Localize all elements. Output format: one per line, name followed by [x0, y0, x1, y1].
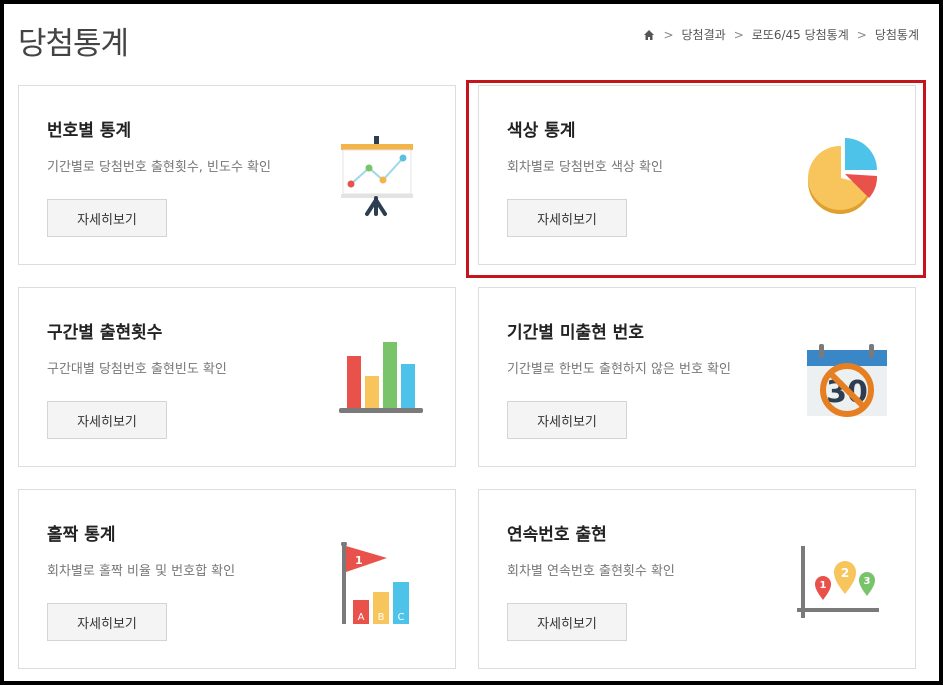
page-title: 당첨통계: [18, 26, 129, 62]
card-range-frequency: 구간별 출현횟수 구간대별 당첨번호 출현빈도 확인 자세히보기: [18, 287, 456, 467]
detail-button[interactable]: 자세히보기: [47, 199, 167, 237]
pin-number-1: 1: [820, 580, 827, 591]
breadcrumb-item-current: 당첨통계: [874, 28, 919, 42]
detail-button[interactable]: 자세히보기: [507, 603, 627, 641]
presentation-chart-icon: [341, 136, 413, 216]
card-title: 연속번호 출현: [507, 525, 607, 545]
card-odd-even: 홀짝 통계 회차별로 홀짝 비율 및 번호합 확인 자세히보기 1 A B C: [18, 489, 456, 669]
bar-label-a: A: [358, 612, 365, 623]
bar-label-c: C: [398, 612, 405, 623]
card-title: 번호별 통계: [47, 121, 132, 141]
breadcrumb-separator: >: [856, 27, 867, 42]
card-desc: 기간별로 한번도 출현하지 않은 번호 확인: [507, 362, 731, 377]
page-frame: 당첨통계 > 당첨결과 > 로또6/45 당첨통계 > 당첨통계 번호별 통계 …: [4, 4, 939, 681]
card-desc: 회차별 연속번호 출현횟수 확인: [507, 564, 675, 579]
card-desc: 회차별로 홀짝 비율 및 번호합 확인: [47, 564, 236, 579]
breadcrumb-item-results[interactable]: 당첨결과: [682, 26, 726, 43]
home-icon[interactable]: [643, 29, 655, 41]
card-consecutive-numbers: 연속번호 출현 회차별 연속번호 출현횟수 확인 자세히보기 1 2 3: [478, 489, 916, 669]
pin-number-3: 3: [864, 576, 871, 587]
card-title: 홀짝 통계: [47, 525, 116, 545]
flag-abc-bars-icon: 1 A B C: [341, 542, 409, 624]
breadcrumb-separator: >: [663, 27, 674, 42]
card-desc: 기간별로 당첨번호 출현횟수, 빈도수 확인: [47, 160, 271, 175]
bar-label-b: B: [378, 612, 385, 623]
card-desc: 구간대별 당첨번호 출현빈도 확인: [47, 362, 227, 377]
bar-chart-icon: [339, 342, 423, 413]
detail-button[interactable]: 자세히보기: [507, 401, 627, 439]
map-pins-123-icon: 1 2 3: [797, 546, 879, 618]
detail-button[interactable]: 자세히보기: [47, 401, 167, 439]
flag-number: 1: [355, 554, 363, 567]
card-title: 기간별 미출현 번호: [507, 323, 644, 343]
card-unappeared-numbers: 기간별 미출현 번호 기간별로 한번도 출현하지 않은 번호 확인 자세히보기 …: [478, 287, 916, 467]
breadcrumb-separator: >: [733, 27, 744, 42]
pin-number-2: 2: [841, 566, 849, 580]
card-title: 구간별 출현횟수: [47, 323, 163, 343]
calendar-30-no-icon: 30: [807, 344, 887, 417]
breadcrumb-item-lotto-stats[interactable]: 로또6/45 당첨통계: [752, 26, 849, 43]
breadcrumb: > 당첨결과 > 로또6/45 당첨통계 > 당첨통계: [643, 26, 919, 43]
selection-highlight: [466, 80, 926, 278]
detail-button[interactable]: 자세히보기: [47, 603, 167, 641]
card-number-stats: 번호별 통계 기간별로 당첨번호 출현횟수, 빈도수 확인 자세히보기: [18, 85, 456, 265]
